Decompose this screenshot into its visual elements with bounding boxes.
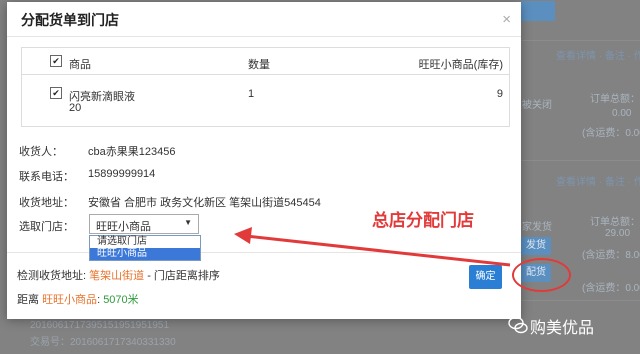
annotation-arrow	[234, 227, 511, 267]
annotation-ellipse	[512, 258, 571, 292]
watermark: 购美优品	[530, 318, 595, 337]
wechat-icon	[508, 316, 528, 334]
